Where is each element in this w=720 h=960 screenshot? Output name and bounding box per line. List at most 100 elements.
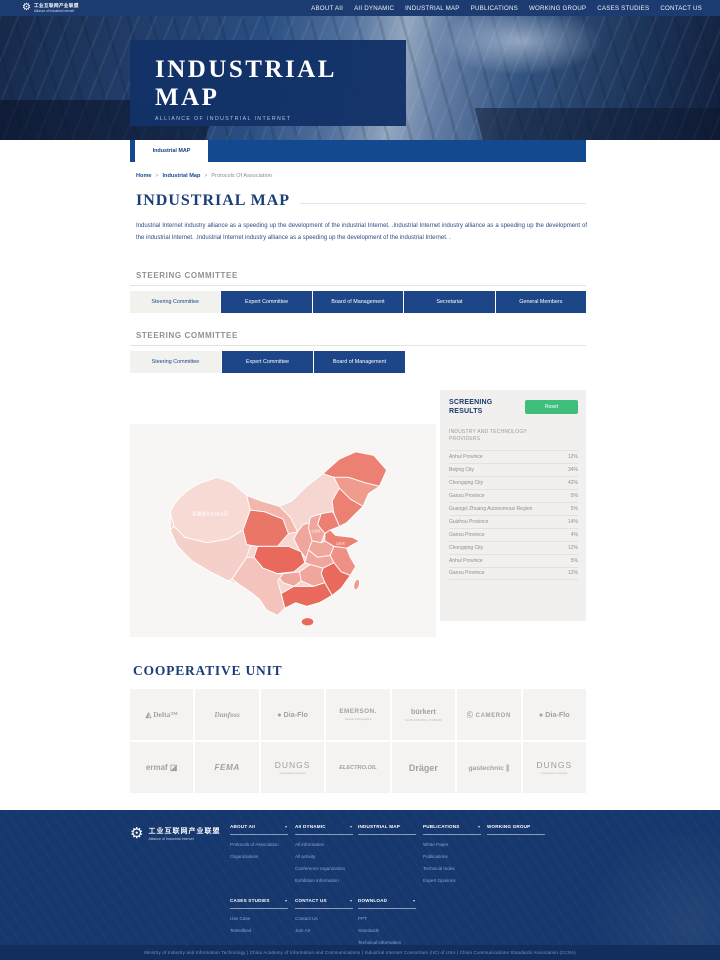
- footer-link-ppt[interactable]: PPT: [358, 916, 416, 921]
- footer-col-title-download[interactable]: DOWNLOAD▼: [358, 898, 416, 909]
- logo-text-en: Alliance of Industrial Internet: [34, 9, 79, 13]
- chevron-down-icon: ▼: [477, 825, 481, 829]
- nav-cases-studies[interactable]: CASES STUDIES: [597, 5, 649, 12]
- tab-expert-committee[interactable]: Expert Committee: [222, 351, 313, 373]
- committee-section-1: STEERING COMMITTEESteering CommitteeExpe…: [130, 271, 586, 313]
- cooperative-unit-title: COOPERATIVE UNIT: [133, 663, 282, 679]
- tab-general-members[interactable]: General Members: [496, 291, 586, 313]
- footer-link-conference-organization[interactable]: Conference organization: [295, 866, 353, 871]
- footer-link-all-activity[interactable]: All activity: [295, 854, 353, 859]
- breadcrumb-home[interactable]: Home: [136, 173, 152, 179]
- partner-logo-fema: FEMA: [195, 742, 258, 793]
- footer-link-use-case[interactable]: Use Case: [230, 916, 288, 921]
- footer-link-organizations[interactable]: Organizations: [230, 854, 288, 859]
- logo-subtext: Climate Technologies: [345, 717, 372, 721]
- screening-row-name: Anhui Province: [449, 558, 483, 564]
- logo-text: Ⓒ CAMERON: [467, 710, 511, 719]
- province-hainan[interactable]: [301, 618, 314, 626]
- footer-swirl-decoration: [550, 835, 720, 945]
- reset-button[interactable]: Reset: [525, 400, 578, 414]
- footer: ⚙ 工业互联网产业联盟 Alliance of Industrial Inter…: [0, 810, 720, 945]
- top-nav-bar: ⚙ 工业互联网产业联盟 Alliance of Industrial Inter…: [0, 0, 720, 16]
- footer-col-title-aii-dynamic[interactable]: AII DYNAMIC▼: [295, 824, 353, 835]
- footer-col-title-industrial-map[interactable]: INDUSTRIAL MAP: [358, 824, 416, 835]
- screening-row: Guangxi Zhuang Autonomous Region5%: [449, 502, 578, 515]
- footer-col-label: CONTACT US: [295, 898, 327, 903]
- footer-link-expert-opinions[interactable]: Expert Opinions: [423, 878, 481, 883]
- map-label-xinjiang: 新疆维吾尔自治区: [192, 510, 229, 517]
- footer-link-publications[interactable]: Publications: [423, 854, 481, 859]
- tab-board-of-management[interactable]: Board of Management: [314, 351, 405, 373]
- footer-link-all-information[interactable]: All information: [295, 842, 353, 847]
- section-heading: STEERING COMMITTEE: [130, 331, 586, 340]
- footer-col-contact-us: CONTACT US▼ Contact Us Join AII: [295, 898, 353, 933]
- screening-row-name: Chongqing City: [449, 545, 483, 551]
- screening-row: Chongqing City12%: [449, 541, 578, 554]
- gear-logo-icon: ⚙: [22, 3, 31, 13]
- nav-working-group[interactable]: WORKING GROUP: [529, 5, 586, 12]
- chevron-down-icon: ▼: [284, 899, 288, 903]
- china-map: 新疆维吾尔自治区 山西省 山东省: [138, 430, 428, 630]
- nav-industrial-map[interactable]: INDUSTRIAL MAP: [405, 5, 459, 12]
- footer-link-exhibition-information[interactable]: Exhibition information: [295, 878, 353, 883]
- nav-publications[interactable]: PUBLICATIONS: [471, 5, 518, 12]
- footer-link-contact-us[interactable]: Contact Us: [295, 916, 353, 921]
- screening-row-value: 5%: [571, 558, 578, 564]
- tab-industrial-map[interactable]: Industrial MAP: [135, 140, 208, 162]
- hero-subtitle: ALLIANCE OF INDUSTRIAL INTERNET: [155, 116, 406, 122]
- partner-logo-burkert: bürkertFLUID CONTROL SYSTEMS: [392, 689, 455, 740]
- footer-col-title-contact-us[interactable]: CONTACT US▼: [295, 898, 353, 909]
- tab-secretariat[interactable]: Secretariat: [404, 291, 494, 313]
- footer-link-white-paper[interactable]: White Paper: [423, 842, 481, 847]
- footer-col-title-publications[interactable]: PUBLICATIONS▼: [423, 824, 481, 835]
- logo-text: FEMA: [215, 763, 240, 772]
- footer-col-title-about-aii[interactable]: ABOUT AII▼: [230, 824, 288, 835]
- nav-contact-us[interactable]: CONTACT US: [660, 5, 702, 12]
- footer-link-protocols-of-association[interactable]: Protocols of Association: [230, 842, 288, 847]
- tab-board-of-management[interactable]: Board of Management: [313, 291, 403, 313]
- partner-logo-diaflo: ● Dia-Flo: [523, 689, 586, 740]
- logo-text: DUNGS: [275, 760, 311, 770]
- screening-results-panel: SCREENING RESULTS Reset INDUSTRY AND TEC…: [440, 390, 586, 621]
- tab-steering-committee[interactable]: Steering Committee: [130, 291, 220, 313]
- logo-text: Dräger: [409, 763, 438, 773]
- nav-aii-dynamic[interactable]: AII DYNAMIC: [354, 5, 394, 12]
- footer-col-title-cases-studies[interactable]: CASES STUDIES▼: [230, 898, 288, 909]
- breadcrumb-protocols-of-association: Protocols Of Association: [211, 173, 272, 179]
- screening-row-value: 12%: [568, 454, 578, 460]
- committee-tabs: Steering CommitteeExpert CommitteeBoard …: [130, 291, 586, 313]
- partner-logo-emerson: EMERSON.Climate Technologies: [326, 689, 389, 740]
- partner-logo-electrooil: ELECTRO.OIL: [326, 742, 389, 793]
- footer-col-title-working-group[interactable]: WORKING GROUP: [487, 824, 545, 835]
- header-logo[interactable]: ⚙ 工业互联网产业联盟 Alliance of Industrial Inter…: [22, 3, 79, 13]
- footer-link-join-aii[interactable]: Join AII: [295, 928, 353, 933]
- hero-light-beam: [430, 16, 610, 78]
- partner-logo-grid: ◭ Delta™Danfoss● Dia-FloEMERSON.Climate …: [130, 689, 586, 793]
- nav-about-aii[interactable]: ABOUT AII: [311, 5, 343, 12]
- divider: [130, 345, 586, 346]
- province-taiwan[interactable]: [353, 579, 361, 591]
- footer-link-testedbed[interactable]: Testedbed: [230, 928, 288, 933]
- chevron-down-icon: ▼: [349, 825, 353, 829]
- footer-link-standards[interactable]: Standards: [358, 928, 416, 933]
- footer-col-label: WORKING GROUP: [487, 824, 530, 829]
- tab-steering-committee[interactable]: Steering Committee: [130, 351, 221, 373]
- committee-tabs: Steering CommitteeExpert CommitteeBoard …: [130, 351, 405, 373]
- partner-logo-ermaf: ermaf ◪: [130, 742, 193, 793]
- footer-link-technical-index[interactable]: Technical Index: [423, 866, 481, 871]
- partner-logo-danfoss: Danfoss: [195, 689, 258, 740]
- hero-banner: INDUSTRIAL MAP ALLIANCE OF INDUSTRIAL IN…: [0, 16, 720, 140]
- partner-organizations-text: Ministry of Industry and Information Tec…: [144, 950, 576, 955]
- screening-subtitle: INDUSTRY AND TECHNOLOGY PROVIDERS: [449, 429, 559, 443]
- screening-row: Gansu Province12%: [449, 567, 578, 580]
- main-nav: ABOUT AII AII DYNAMIC INDUSTRIAL MAP PUBLIC…: [311, 5, 702, 12]
- china-map-panel: 新疆维吾尔自治区 山西省 山东省: [130, 424, 436, 637]
- partner-logo-dungs: DUNGSCombustion Controls: [261, 742, 324, 793]
- tab-expert-committee[interactable]: Expert Committee: [221, 291, 311, 313]
- footer-col-publications: PUBLICATIONS▼ White Paper Publications Tech…: [423, 824, 481, 883]
- breadcrumb-industrial-map[interactable]: Industrial Map: [162, 173, 200, 179]
- map-label-shanxi: 山西省: [311, 528, 320, 533]
- partner-logo-dungs: DUNGSCombustion Controls: [523, 742, 586, 793]
- screening-row-value: 5%: [571, 493, 578, 499]
- gear-logo-icon: ⚙: [130, 826, 143, 841]
